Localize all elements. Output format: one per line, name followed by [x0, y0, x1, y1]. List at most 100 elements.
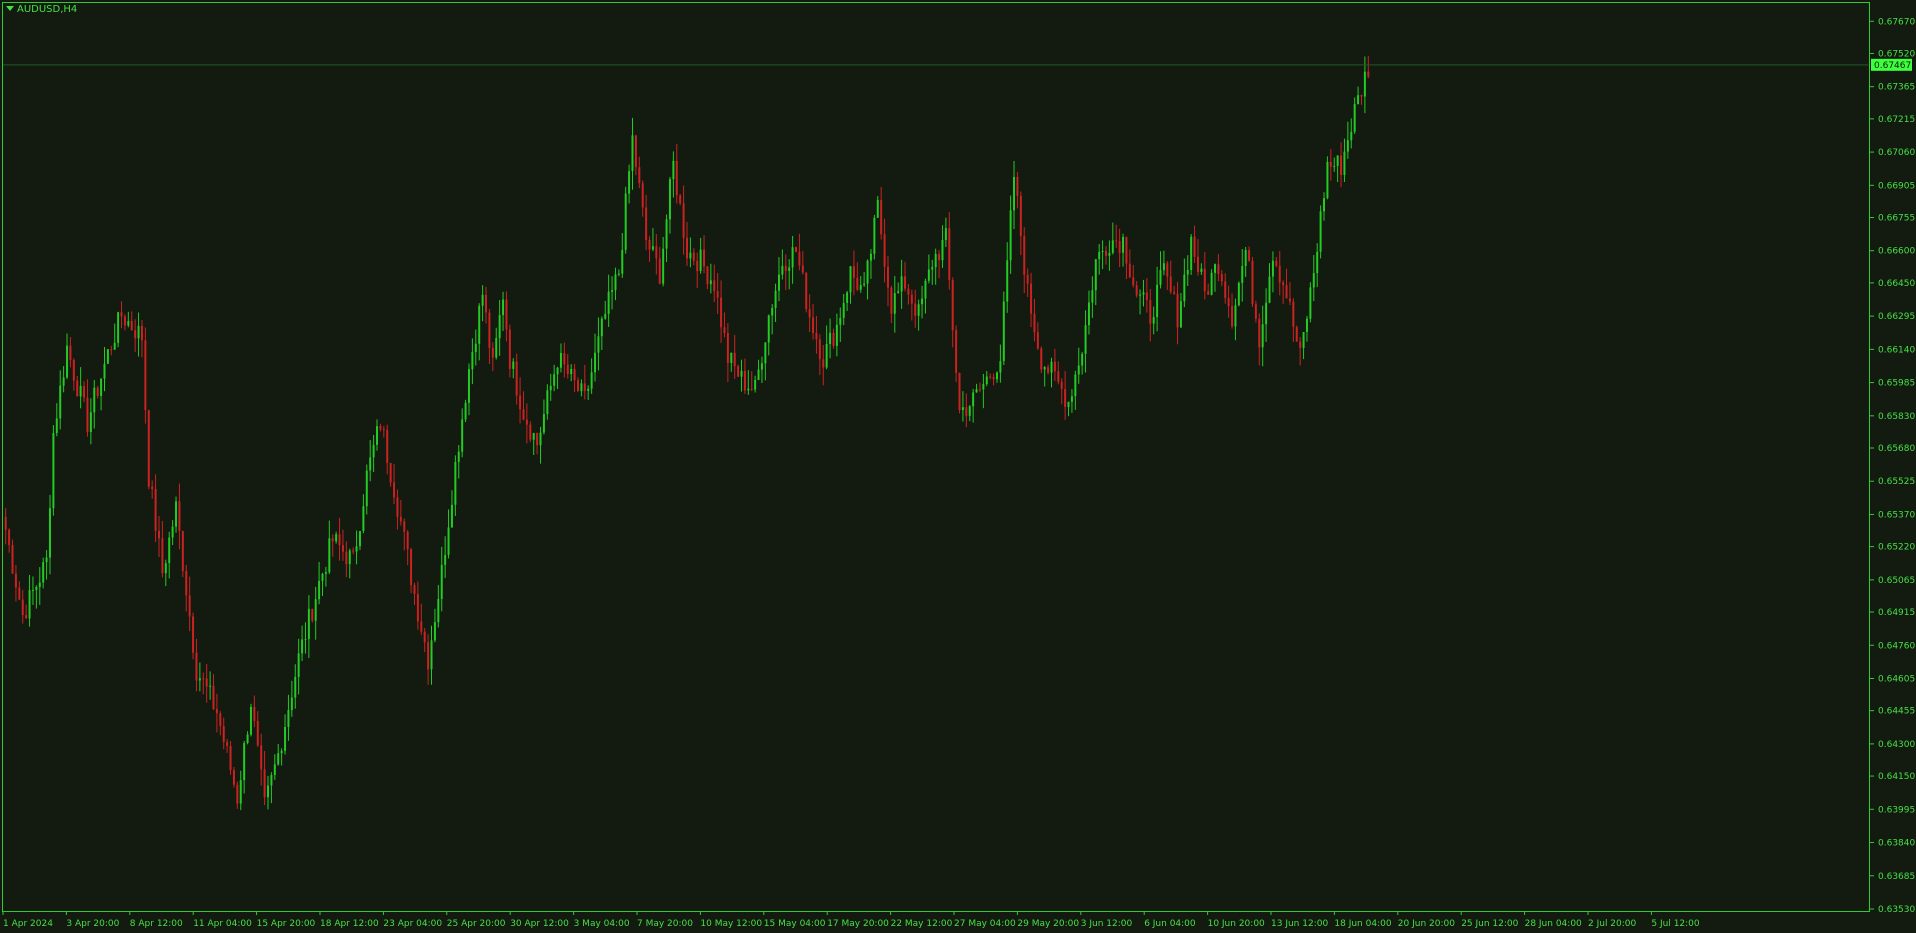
bull-candle-body — [788, 267, 791, 271]
bear-candle-body — [508, 329, 511, 369]
bear-candle-body — [123, 316, 126, 326]
y-tick-label: 0.66140 — [1878, 345, 1915, 355]
bull-candle-body — [600, 318, 603, 337]
bull-candle-body — [171, 526, 174, 538]
y-tick-label: 0.63530 — [1878, 905, 1915, 915]
bull-candle-body — [587, 388, 590, 391]
bull-candle-body — [611, 290, 614, 292]
y-tick-label: 0.65830 — [1878, 412, 1915, 422]
bear-candle-body — [815, 332, 818, 340]
bear-candle-body — [818, 339, 821, 360]
bear-candle-body — [641, 183, 644, 208]
bear-candle-body — [1145, 292, 1148, 301]
bear-candle-body — [515, 361, 518, 396]
bull-candle-body — [290, 697, 293, 711]
bear-candle-body — [720, 297, 723, 328]
bear-candle-body — [1224, 281, 1227, 298]
bull-candle-body — [580, 383, 583, 392]
bull-candle-body — [175, 501, 178, 527]
bull-candle-body — [1159, 270, 1162, 285]
bear-candle-body — [992, 376, 995, 380]
bull-candle-body — [617, 273, 620, 275]
bull-candle-body — [249, 706, 252, 735]
bear-candle-body — [1047, 367, 1050, 373]
y-tick-label: 0.64760 — [1878, 641, 1915, 651]
bear-candle-body — [965, 407, 968, 416]
bull-candle-body — [866, 260, 869, 284]
bull-candle-body — [365, 470, 368, 507]
bear-candle-body — [583, 383, 586, 391]
bull-candle-body — [542, 414, 545, 433]
bear-candle-body — [890, 287, 893, 314]
bull-candle-body — [1200, 268, 1203, 272]
bull-candle-body — [1357, 95, 1360, 105]
time-axis: 1 Apr 2024 3 Apr 20:00 8 Apr 12:00 11 Apr 0… — [2, 911, 1700, 929]
bull-candle-body — [457, 451, 460, 462]
bull-candle-body — [1350, 131, 1353, 141]
bear-candle-body — [696, 260, 699, 272]
bear-candle-body — [1125, 236, 1128, 264]
bull-candle-body — [941, 239, 944, 261]
bear-candle-body — [682, 203, 685, 238]
bull-candle-body — [471, 352, 474, 370]
bull-candle-body — [277, 753, 280, 765]
bull-candle-body — [1156, 284, 1159, 318]
bull-candle-body — [689, 252, 692, 259]
bear-candle-body — [522, 409, 525, 420]
bear-candle-body — [352, 550, 355, 552]
bull-candle-body — [294, 676, 297, 698]
symbol-label[interactable]: AUDUSD,H4 — [6, 4, 77, 15]
bear-candle-body — [883, 234, 886, 267]
bull-candle-body — [478, 305, 481, 344]
bull-candle-body — [307, 608, 310, 640]
bear-candle-body — [880, 200, 883, 235]
bear-candle-body — [645, 207, 648, 240]
bear-candle-body — [96, 387, 99, 396]
bear-candle-body — [1248, 249, 1251, 261]
dropdown-triangle-icon[interactable] — [6, 6, 14, 11]
bull-candle-body — [301, 639, 304, 654]
bull-candle-body — [93, 387, 96, 413]
bear-candle-body — [1288, 298, 1291, 302]
bull-candle-body — [127, 320, 130, 326]
y-tick-label: 0.65220 — [1878, 543, 1915, 553]
bear-candle-body — [130, 320, 133, 331]
bear-candle-body — [856, 277, 859, 290]
bull-candle-body — [1234, 305, 1237, 327]
bull-candle-body — [747, 388, 750, 391]
chart-window[interactable]: 0.67467 0.67670 0.67520 0.67365 0.67215 0.67… — [0, 0, 1916, 933]
bear-candle-body — [1166, 263, 1169, 277]
bear-candle-body — [525, 419, 528, 425]
bear-candle-body — [852, 266, 855, 278]
y-tick-label: 0.65525 — [1878, 477, 1915, 487]
bull-candle-body — [1067, 401, 1070, 407]
bear-candle-body — [416, 593, 419, 622]
candlestick-chart[interactable]: 0.67467 0.676700.675200.673650.672150.67… — [0, 0, 1916, 933]
bull-candle-body — [348, 550, 351, 565]
bear-candle-body — [1149, 300, 1152, 324]
bear-candle-body — [805, 272, 808, 310]
bull-candle-body — [1084, 325, 1087, 354]
bear-candle-body — [14, 573, 17, 588]
x-tick-label: 27 May 04:00 — [954, 919, 1016, 929]
bear-candle-body — [263, 769, 266, 798]
x-tick-label: 17 May 20:00 — [827, 919, 889, 929]
y-tick-label: 0.66755 — [1878, 213, 1915, 223]
bear-candle-body — [219, 713, 222, 727]
x-tick-label: 18 Jun 04:00 — [1334, 919, 1391, 929]
bull-candle-body — [1363, 71, 1366, 97]
y-tick-label: 0.64915 — [1878, 608, 1915, 618]
bull-candle-body — [297, 653, 300, 677]
bull-candle-body — [450, 504, 453, 528]
bear-candle-body — [140, 325, 143, 341]
bear-candle-body — [399, 516, 402, 522]
bear-candle-body — [692, 252, 695, 261]
bull-candle-body — [1312, 273, 1315, 288]
bull-candle-body — [556, 367, 559, 375]
bear-candle-body — [1023, 236, 1026, 275]
bear-candle-body — [733, 352, 736, 367]
bear-candle-body — [1203, 268, 1206, 292]
bear-candle-body — [386, 429, 389, 463]
bull-candle-body — [440, 564, 443, 600]
bear-candle-body — [716, 291, 719, 298]
